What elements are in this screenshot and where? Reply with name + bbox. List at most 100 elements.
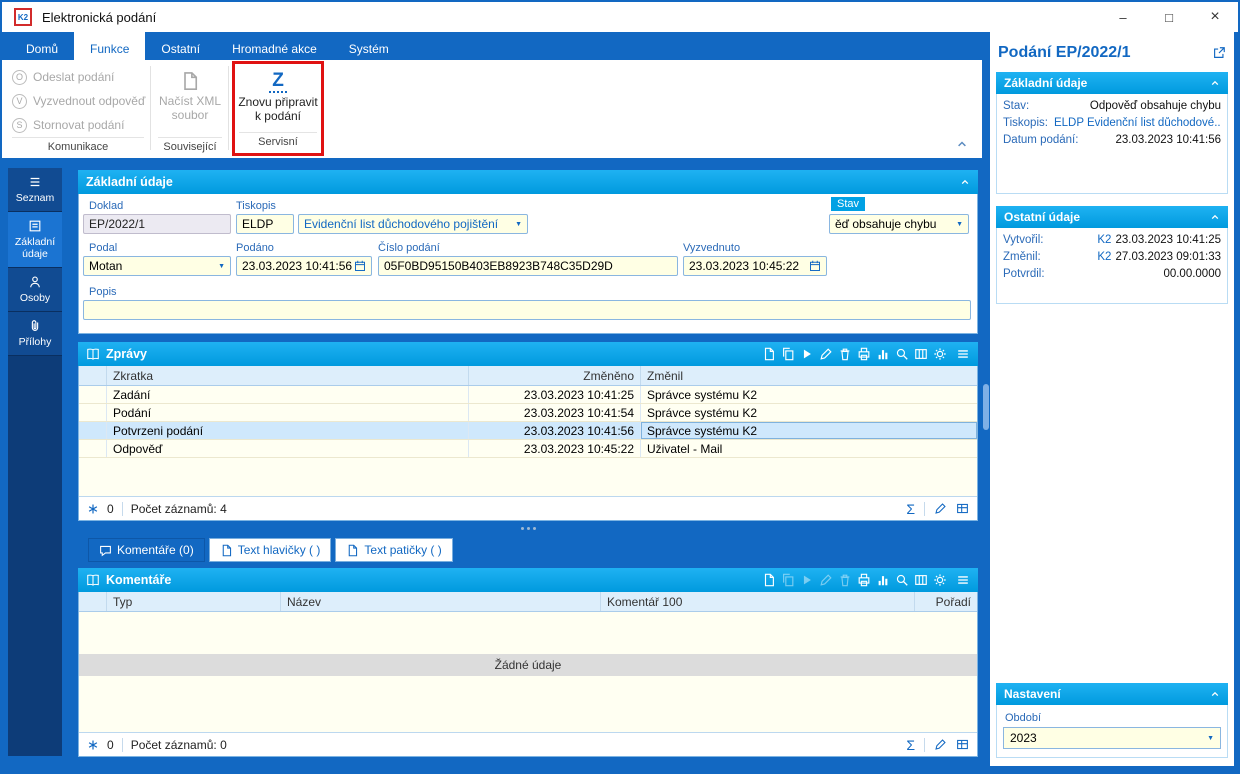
ribbon-separator — [150, 66, 151, 150]
vyzvednuto-field[interactable]: 23.03.2023 10:45:22 — [683, 256, 827, 276]
column-typ[interactable]: Typ — [107, 592, 281, 611]
horizontal-splitter[interactable] — [78, 522, 978, 534]
sidebar-item-osoby[interactable]: Osoby — [8, 268, 62, 312]
table-row[interactable]: Podání 23.03.2023 10:41:54 Správce systé… — [79, 404, 977, 422]
table-empty-space — [79, 612, 977, 654]
maximize-button[interactable]: □ — [1146, 2, 1192, 32]
ribbon-tab-ostatni[interactable]: Ostatní — [145, 32, 216, 60]
columns-icon[interactable] — [914, 573, 928, 587]
tiskopis-name-field[interactable]: Evidenční list důchodového pojištění ▼ — [298, 214, 528, 234]
dropdown-icon[interactable]: ▼ — [214, 263, 225, 270]
sidebar-label: Přílohy — [18, 336, 52, 348]
komentare-table: Typ Název Komentář 100 Pořadí Žádné údaj… — [78, 592, 978, 757]
dropdown-icon[interactable]: ▼ — [952, 221, 963, 228]
delete-icon[interactable] — [838, 347, 852, 361]
settings-gear-icon[interactable] — [933, 347, 947, 361]
komentare-toolbar — [762, 573, 970, 587]
sidebar-item-zakladni-udaje[interactable]: Základní údaje — [8, 212, 62, 268]
tab-text-paticky[interactable]: Text patičky ( ) — [335, 538, 453, 562]
marker-column-header — [79, 592, 107, 611]
popis-field[interactable] — [83, 300, 971, 320]
column-zkratka[interactable]: Zkratka — [107, 366, 469, 385]
open-in-window-icon[interactable] — [1212, 46, 1226, 60]
vyzvednout-odpoved-button[interactable]: V Vyzvednout odpověď — [8, 89, 148, 113]
table-row[interactable]: Odpověď 23.03.2023 10:45:22 Uživatel - M… — [79, 440, 977, 458]
sum-icon[interactable]: Σ — [906, 501, 915, 517]
menu-icon[interactable] — [956, 347, 970, 361]
search-icon[interactable] — [895, 573, 909, 587]
znovu-pripravit-button[interactable]: Z Znovu připravit k podání — [235, 64, 321, 124]
obdobi-select[interactable]: 2023 ▼ — [1003, 727, 1221, 749]
calendar-icon[interactable] — [809, 260, 821, 272]
odeslat-podani-button[interactable]: O Odeslat podání — [8, 65, 148, 89]
column-zmeneno[interactable]: Změněno — [469, 366, 641, 385]
columns-icon[interactable] — [914, 347, 928, 361]
cislo-podani-field[interactable]: 05F0BD95150B403EB8923B748C35D29D — [378, 256, 678, 276]
close-button[interactable]: × — [1192, 2, 1238, 32]
stornovat-podani-button[interactable]: S Stornovat podání — [8, 113, 148, 137]
chart-icon[interactable] — [876, 347, 890, 361]
column-komentar[interactable]: Komentář 100 — [601, 592, 915, 611]
collapse-chevron-icon[interactable] — [1210, 78, 1220, 88]
podano-field[interactable]: 23.03.2023 10:41:56 — [236, 256, 372, 276]
znovu-pripravit-z-icon: Z — [269, 69, 287, 95]
run-icon[interactable] — [800, 347, 814, 361]
ribbon-group-servisni-highlighted: Z Znovu připravit k podání Servisní — [232, 61, 324, 156]
ribbon-tab-system[interactable]: Systém — [333, 32, 405, 60]
tab-text-hlavicky[interactable]: Text hlavičky ( ) — [208, 538, 332, 562]
print-icon[interactable] — [857, 573, 871, 587]
vertical-splitter[interactable] — [982, 32, 990, 766]
sum-icon[interactable]: Σ — [906, 737, 915, 753]
dropdown-icon[interactable]: ▼ — [511, 221, 522, 228]
sidebar-item-seznam[interactable]: Seznam — [8, 168, 62, 212]
nacist-xml-line2: soubor — [171, 108, 209, 122]
nacist-xml-button[interactable]: Načíst XML soubor — [154, 60, 226, 122]
collapse-chevron-icon[interactable] — [1210, 689, 1220, 699]
related-records-icon[interactable] — [87, 739, 99, 751]
table-row[interactable]: Zadání 23.03.2023 10:41:25 Správce systé… — [79, 386, 977, 404]
right-panel-title-row: Podání EP/2022/1 — [990, 32, 1234, 72]
copy-icon[interactable] — [781, 347, 795, 361]
chart-icon[interactable] — [876, 573, 890, 587]
minimize-button[interactable]: – — [1100, 2, 1146, 32]
splitter-handle[interactable] — [983, 384, 989, 430]
column-zmenil[interactable]: Změnil — [641, 366, 977, 385]
ribbon-tab-domu[interactable]: Domů — [10, 32, 74, 60]
sidebar-item-prilohy[interactable]: Přílohy — [8, 312, 62, 356]
related-records-icon[interactable] — [87, 503, 99, 515]
dropdown-icon[interactable]: ▼ — [1203, 735, 1214, 742]
collapse-chevron-icon[interactable] — [1210, 212, 1220, 222]
ribbon-separator — [228, 66, 229, 150]
print-icon[interactable] — [857, 347, 871, 361]
menu-icon[interactable] — [956, 573, 970, 587]
edit-icon[interactable] — [934, 502, 947, 515]
podal-field[interactable]: Motan ▼ — [83, 256, 231, 276]
collapse-chevron-icon[interactable] — [960, 177, 970, 187]
new-record-icon[interactable] — [762, 573, 776, 587]
titlebar: K2 Elektronická podání – □ × — [2, 2, 1238, 32]
calendar-icon[interactable] — [354, 260, 366, 272]
column-nazev[interactable]: Název — [281, 592, 601, 611]
ribbon-tab-hromadne-akce[interactable]: Hromadné akce — [216, 32, 333, 60]
tab-komentare[interactable]: Komentáře (0) — [88, 538, 205, 562]
app-logo-icon: K2 — [14, 8, 32, 26]
table-settings-icon[interactable] — [956, 738, 969, 751]
edit-icon[interactable] — [934, 738, 947, 751]
edit-icon[interactable] — [819, 347, 833, 361]
content-column: Základní údaje Doklad EP/2022/1 Tiskopis… — [78, 170, 978, 766]
odeslat-label: Odeslat podání — [33, 70, 115, 84]
column-poradi[interactable]: Pořadí — [915, 592, 977, 611]
doklad-field[interactable]: EP/2022/1 — [83, 214, 231, 234]
obdobi-label: Období — [1005, 712, 1042, 724]
new-record-icon[interactable] — [762, 347, 776, 361]
marker-column-header — [79, 366, 107, 385]
stav-field[interactable]: ěď obsahuje chybu ▼ — [829, 214, 969, 234]
settings-gear-icon[interactable] — [933, 573, 947, 587]
ribbon-tab-funkce[interactable]: Funkce — [74, 32, 146, 60]
tiskopis-code-field[interactable]: ELDP — [236, 214, 294, 234]
search-icon[interactable] — [895, 347, 909, 361]
table-settings-icon[interactable] — [956, 502, 969, 515]
table-row-selected[interactable]: Potvrzeni podání 23.03.2023 10:41:56 Spr… — [79, 422, 977, 440]
ribbon-collapse-chevron-icon[interactable] — [956, 138, 968, 150]
xml-document-icon — [180, 68, 200, 94]
